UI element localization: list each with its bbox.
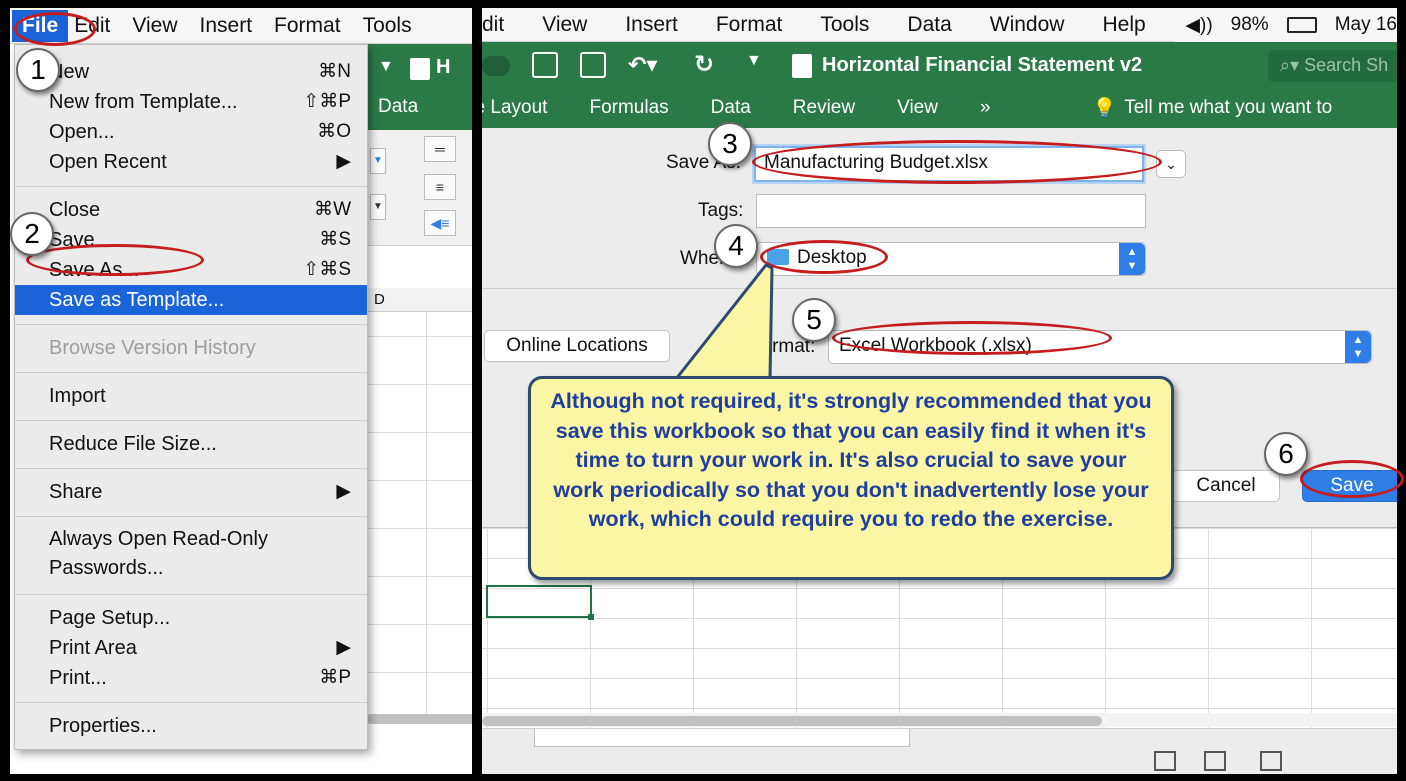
step-4-badge: 4 (714, 224, 758, 268)
instruction-callout: Although not required, it's strongly rec… (528, 376, 1174, 580)
step-5-badge: 5 (792, 298, 836, 342)
step-2-badge: 2 (10, 212, 54, 256)
callout-text: Although not required, it's strongly rec… (550, 389, 1152, 531)
step-1-badge: 1 (16, 48, 60, 92)
step-3-badge: 3 (708, 122, 752, 166)
step-6-badge: 6 (1264, 432, 1308, 476)
